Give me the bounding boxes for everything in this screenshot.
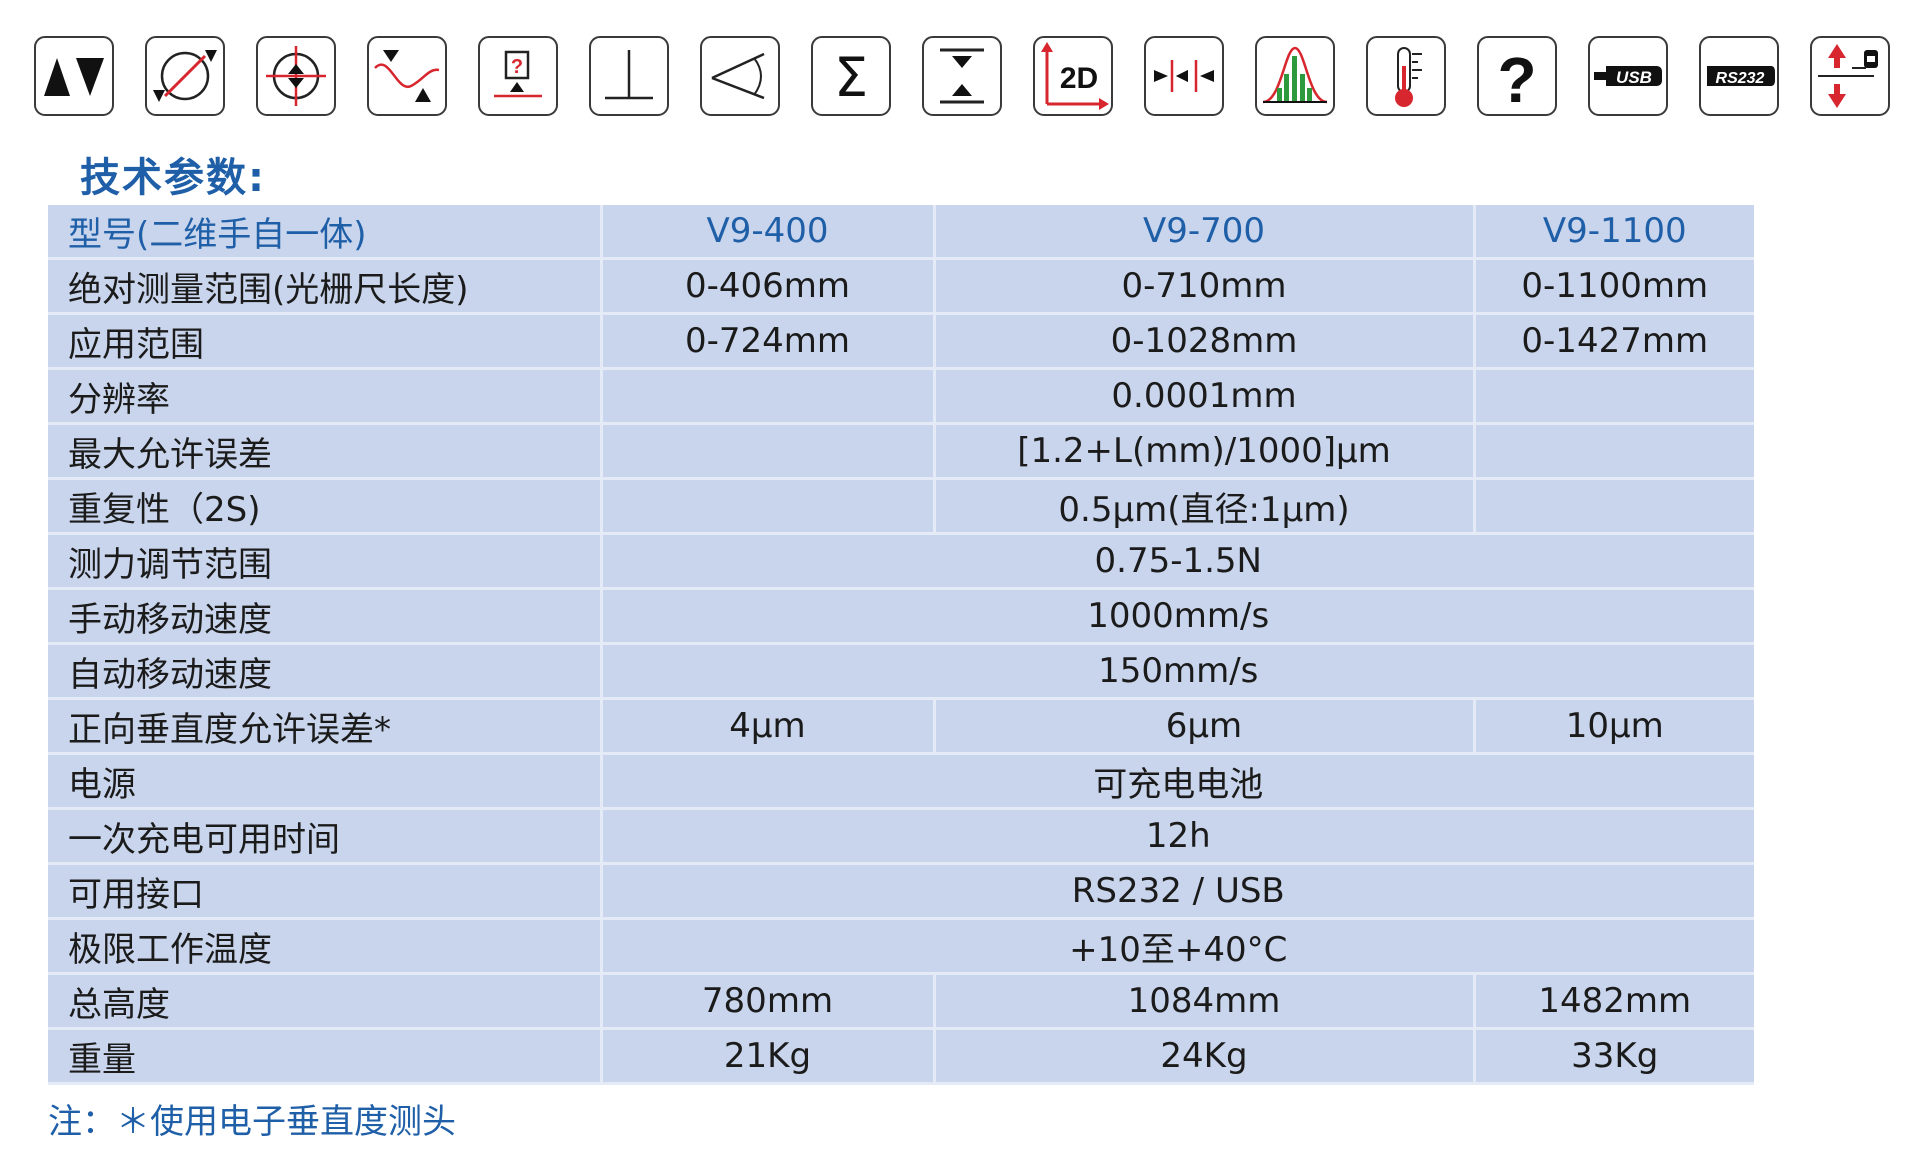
statistics-histogram-icon — [1255, 36, 1335, 116]
row-label: 重复性（2S) — [48, 478, 603, 535]
two-d-measure-icon: 2D — [1033, 36, 1113, 116]
table-row: 电源 可充电电池 — [48, 753, 1754, 810]
table-row: 极限工作温度 +10至+40°C — [48, 918, 1754, 975]
svg-text:?: ? — [511, 56, 523, 78]
thermometer-icon — [1366, 36, 1446, 116]
table-row: 手动移动速度 1000mm/s — [48, 588, 1754, 645]
table-row: 最大允许误差 [1.2+L(mm)/1000]μm — [48, 423, 1754, 480]
cell-value: [1.2+L(mm)/1000]μm — [934, 423, 1476, 480]
svg-text:2D: 2D — [1060, 62, 1098, 95]
cell-value: 0-1100mm — [1474, 258, 1754, 315]
table-row: 一次充电可用时间 12h — [48, 808, 1754, 865]
row-label: 正向垂直度允许误差* — [48, 698, 603, 755]
up-down-arrows-icon — [34, 36, 114, 116]
table-row: 测力调节范围 0.75-1.5N — [48, 533, 1754, 590]
min-max-curve-icon — [367, 36, 447, 116]
table-row: 绝对测量范围(光栅尺长度) 0-406mm 0-710mm 0-1100mm — [48, 258, 1754, 315]
row-label: 最大允许误差 — [48, 423, 603, 480]
row-label: 总高度 — [48, 973, 603, 1030]
row-label: 测力调节范围 — [48, 533, 603, 590]
cell-value: 33Kg — [1474, 1028, 1754, 1085]
model-v9-1100: V9-1100 — [1474, 205, 1754, 260]
row-label: 自动移动速度 — [48, 643, 603, 700]
svg-text:Σ: Σ — [834, 46, 868, 109]
svg-text:?: ? — [1497, 44, 1536, 114]
cell-value: 1000mm/s — [601, 588, 1754, 645]
cell-value: 1084mm — [934, 973, 1476, 1030]
cell-value: 12h — [601, 808, 1754, 865]
row-label: 分辨率 — [48, 368, 603, 425]
cell-value: 0.0001mm — [934, 368, 1476, 425]
height-distance-icon — [922, 36, 1002, 116]
table-row: 重复性（2S) 0.5μm(直径:1μm) — [48, 478, 1754, 535]
pitch-arrows-icon — [1144, 36, 1224, 116]
section-heading: 技术参数: — [80, 155, 266, 201]
cell-value — [601, 478, 936, 535]
cell-value: 可充电电池 — [601, 753, 1754, 810]
cell-value: 780mm — [601, 973, 936, 1030]
cell-value: 0-406mm — [601, 258, 936, 315]
svg-text:USB: USB — [1616, 68, 1652, 87]
row-label: 应用范围 — [48, 313, 603, 370]
table-row: 重量 21Kg 24Kg 33Kg — [48, 1028, 1754, 1085]
model-header-label: 型号(二维手自一体) — [48, 205, 603, 260]
center-point-icon — [256, 36, 336, 116]
cell-value: 1482mm — [1474, 973, 1754, 1030]
cell-value — [1474, 368, 1754, 425]
usb-icon: USB — [1588, 36, 1668, 116]
function-icon-row: ? Σ 2D ? USB RS232 — [34, 36, 1894, 120]
row-label: 极限工作温度 — [48, 918, 603, 975]
cell-value: 0-724mm — [601, 313, 936, 370]
table-row: 分辨率 0.0001mm — [48, 368, 1754, 425]
row-label: 手动移动速度 — [48, 588, 603, 645]
cell-value: 150mm/s — [601, 643, 1754, 700]
table-row: 应用范围 0-724mm 0-1028mm 0-1427mm — [48, 313, 1754, 370]
cell-value: 0.5μm(直径:1μm) — [934, 478, 1476, 535]
sigma-icon: Σ — [811, 36, 891, 116]
cell-value: 0-710mm — [934, 258, 1476, 315]
angle-icon — [700, 36, 780, 116]
table-row: 自动移动速度 150mm/s — [48, 643, 1754, 700]
probe-direction-icon — [1810, 36, 1890, 116]
perpendicularity-icon — [589, 36, 669, 116]
row-label: 一次充电可用时间 — [48, 808, 603, 865]
cell-value: +10至+40°C — [601, 918, 1754, 975]
cell-value: 4μm — [601, 698, 936, 755]
table-row: 正向垂直度允许误差* 4μm 6μm 10μm — [48, 698, 1754, 755]
cell-value: 10μm — [1474, 698, 1754, 755]
cell-value: 24Kg — [934, 1028, 1476, 1085]
cell-value: RS232 / USB — [601, 863, 1754, 920]
row-label: 可用接口 — [48, 863, 603, 920]
cell-value: 6μm — [934, 698, 1476, 755]
row-label: 重量 — [48, 1028, 603, 1085]
cell-value — [1474, 478, 1754, 535]
footnote: 注：＊使用电子垂直度测头 — [48, 1102, 456, 1142]
svg-text:RS232: RS232 — [1716, 70, 1765, 87]
spec-table: 型号(二维手自一体) V9-400 V9-700 V9-1100 绝对测量范围(… — [48, 205, 1754, 1085]
cell-value — [601, 368, 936, 425]
diameter-measure-icon — [145, 36, 225, 116]
cell-value: 21Kg — [601, 1028, 936, 1085]
cell-value — [1474, 423, 1754, 480]
table-row: 总高度 780mm 1084mm 1482mm — [48, 973, 1754, 1030]
cell-value: 0-1427mm — [1474, 313, 1754, 370]
table-header-row: 型号(二维手自一体) V9-400 V9-700 V9-1100 — [48, 205, 1754, 260]
table-row: 可用接口 RS232 / USB — [48, 863, 1754, 920]
cell-value: 0-1028mm — [934, 313, 1476, 370]
model-v9-400: V9-400 — [601, 205, 936, 260]
help-icon: ? — [1477, 36, 1557, 116]
unknown-point-icon: ? — [478, 36, 558, 116]
model-v9-700: V9-700 — [934, 205, 1476, 260]
row-label: 电源 — [48, 753, 603, 810]
cell-value: 0.75-1.5N — [601, 533, 1754, 590]
row-label: 绝对测量范围(光栅尺长度) — [48, 258, 603, 315]
rs232-icon: RS232 — [1699, 36, 1779, 116]
cell-value — [601, 423, 936, 480]
